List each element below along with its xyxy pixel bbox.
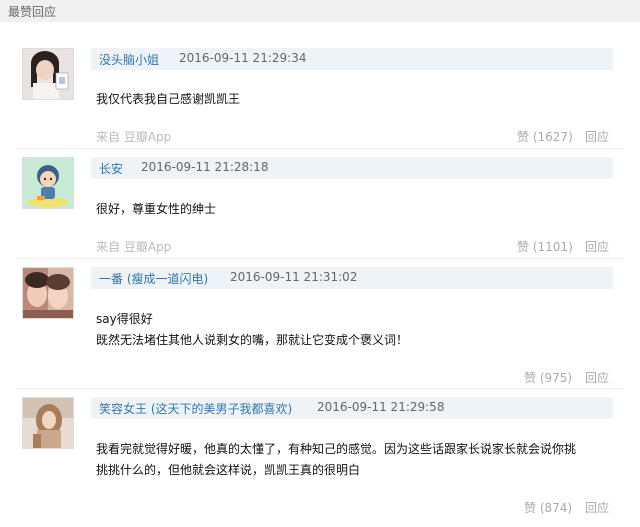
avatar[interactable] <box>22 157 74 209</box>
like-button[interactable]: 赞 (1101) <box>517 238 573 255</box>
section-title: 最赞回应 <box>8 5 57 19</box>
reply-button[interactable]: 回应 <box>585 238 609 255</box>
comment-text: say得很好 <box>96 312 153 326</box>
like-label: 赞 <box>517 240 530 254</box>
username-link[interactable]: 笑容女王 (这天下的美男子我都喜欢) <box>99 400 292 417</box>
like-label: 赞 <box>517 130 530 144</box>
comment-text: 我看完就觉得好暖，他真的太懂了，有种知己的感觉。因为这些话跟家长说家长就会说你挑 <box>96 442 577 456</box>
comment-timestamp: 2016-09-11 21:29:58 <box>317 400 445 414</box>
comment-text: 我仅代表我自己感谢凯凯王 <box>96 92 241 106</box>
comment-divider <box>15 388 625 389</box>
reply-button[interactable]: 回应 <box>585 369 609 386</box>
comment-divider <box>15 148 625 149</box>
source-prefix: 来自 <box>96 130 121 144</box>
like-button[interactable]: 赞 (874) <box>524 499 572 516</box>
like-label: 赞 <box>524 501 537 515</box>
like-count: (1627) <box>532 130 573 144</box>
avatar[interactable] <box>22 397 74 449</box>
comment-text: 既然无法堵住其他人说剩女的嘴，那就让它变成个褒义词！ <box>96 333 409 347</box>
username-link[interactable]: 没头脑小姐 <box>99 51 159 68</box>
like-button[interactable]: 赞 (1627) <box>517 128 573 145</box>
like-count: (1101) <box>532 240 573 254</box>
avatar-photo-icon <box>23 49 73 99</box>
username-link[interactable]: 长安 <box>99 160 123 177</box>
avatar[interactable] <box>22 48 74 100</box>
avatar[interactable] <box>22 267 74 319</box>
avatar-cartoon-icon <box>23 158 73 208</box>
comment-divider <box>15 258 625 259</box>
like-count: (874) <box>539 501 573 515</box>
like-label: 赞 <box>524 371 537 385</box>
comment-source: 来自 豆瓣App <box>96 238 171 255</box>
source-app-link[interactable]: 豆瓣App <box>124 240 171 254</box>
like-button[interactable]: 赞 (975) <box>524 369 572 386</box>
comment-meta-bar: 没头脑小姐 2016-09-11 21:29:34 <box>91 48 613 70</box>
comment-timestamp: 2016-09-11 21:31:02 <box>230 270 358 284</box>
source-app-link[interactable]: 豆瓣App <box>124 130 171 144</box>
username-link[interactable]: 一番 (瘦成一道闪电) <box>99 270 208 287</box>
source-prefix: 来自 <box>96 240 121 254</box>
reply-button[interactable]: 回应 <box>585 499 609 516</box>
comment-meta-bar: 长安 2016-09-11 21:28:18 <box>91 157 613 179</box>
comment-timestamp: 2016-09-11 21:29:34 <box>179 51 307 65</box>
comment-text: 很好，尊重女性的绅士 <box>96 202 217 216</box>
avatar-photo-icon <box>23 398 73 448</box>
section-header: 最赞回应 <box>0 0 640 22</box>
avatar-photo-icon <box>23 268 73 318</box>
reply-button[interactable]: 回应 <box>585 128 609 145</box>
comment-timestamp: 2016-09-11 21:28:18 <box>141 160 269 174</box>
comment-meta-bar: 笑容女王 (这天下的美男子我都喜欢) 2016-09-11 21:29:58 <box>91 397 613 419</box>
like-count: (975) <box>539 371 573 385</box>
comment-meta-bar: 一番 (瘦成一道闪电) 2016-09-11 21:31:02 <box>91 267 613 289</box>
comment-text: 挑挑什么的，但他就会这样说，凯凯王真的很明白 <box>96 463 361 477</box>
comment-source: 来自 豆瓣App <box>96 128 171 145</box>
